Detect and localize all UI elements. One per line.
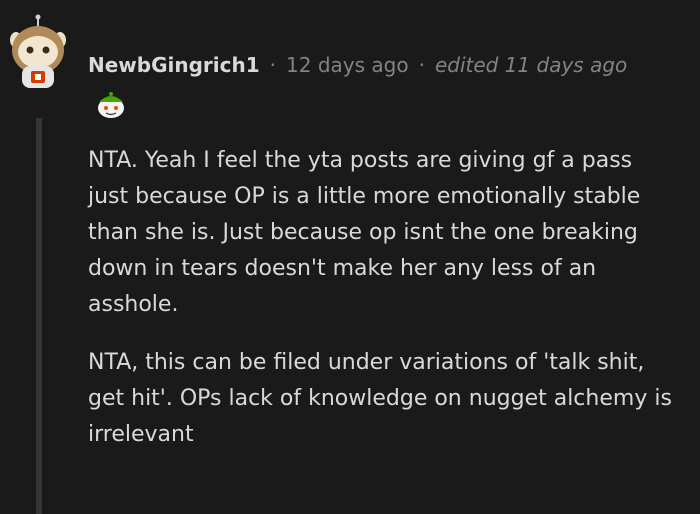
- comment-header: NewbGingrich1 · 12 days ago · edited 11 …: [88, 50, 627, 80]
- separator-dot: ·: [418, 53, 425, 77]
- edited-timestamp: edited 11 days ago: [434, 53, 628, 77]
- avatar[interactable]: [8, 14, 68, 90]
- comment-paragraph: NTA, this can be filed under variations …: [88, 350, 672, 447]
- comment-body: NTA. Yeah I feel the yta posts are givin…: [88, 143, 678, 475]
- comment-timestamp[interactable]: 12 days ago: [286, 53, 409, 77]
- separator-dot: ·: [269, 53, 277, 77]
- snoo-award-icon[interactable]: [94, 88, 128, 120]
- comment-thread-line[interactable]: [36, 118, 42, 514]
- comment-paragraph: NTA. Yeah I feel the yta posts are givin…: [88, 148, 641, 317]
- username-link[interactable]: NewbGingrich1: [88, 53, 260, 77]
